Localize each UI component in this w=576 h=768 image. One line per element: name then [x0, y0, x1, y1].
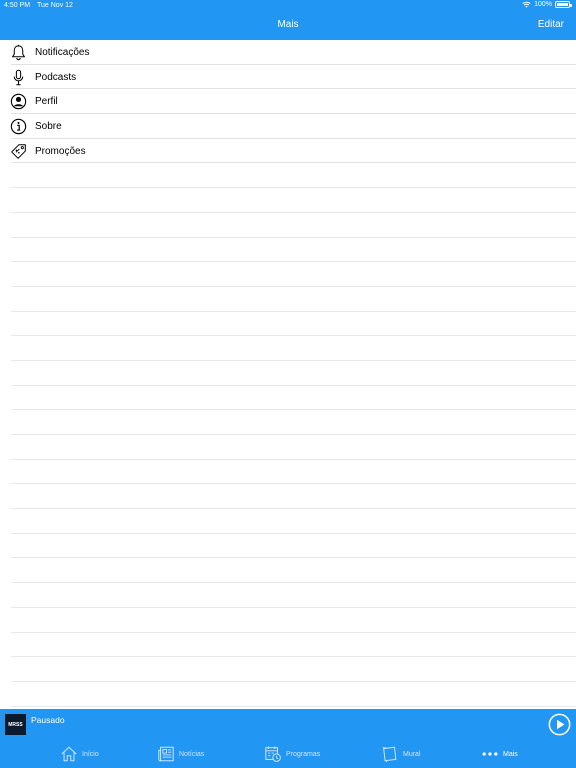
empty-row: [0, 213, 576, 238]
station-logo: MRSS: [5, 714, 26, 735]
empty-row: [0, 682, 576, 707]
board-icon: [382, 746, 397, 763]
empty-row: [0, 410, 576, 435]
edit-button[interactable]: Editar: [538, 19, 564, 30]
tab-inicio[interactable]: Início: [60, 745, 99, 763]
empty-row: [0, 534, 576, 559]
profile-icon: [10, 94, 27, 110]
empty-row: [0, 312, 576, 337]
more-icon: [482, 752, 498, 756]
empty-row: [0, 583, 576, 608]
tab-mais[interactable]: Mais: [481, 745, 518, 763]
empty-row: [0, 361, 576, 386]
menu-item-promocoes[interactable]: Promoções: [0, 139, 576, 164]
empty-row: [0, 262, 576, 287]
tab-label: Mais: [503, 750, 518, 758]
newspaper-icon: [158, 746, 174, 762]
tab-label: Início: [82, 750, 99, 758]
menu-item-notificacoes[interactable]: Notificações: [0, 40, 576, 65]
menu-item-label: Notificações: [35, 46, 90, 58]
play-button[interactable]: [548, 713, 571, 736]
status-right: 100%: [522, 1, 572, 8]
empty-row: [0, 558, 576, 583]
menu-item-label: Podcasts: [35, 71, 77, 83]
empty-row: [0, 336, 576, 361]
status-time: 4:50 PM: [4, 2, 31, 9]
menu-item-label: Sobre: [35, 120, 62, 132]
header-bar: 4:50 PM Tue Nov 12 100% Mais Editar: [0, 0, 576, 40]
tab-label: Mural: [403, 750, 421, 758]
player-status: Pausado: [31, 715, 65, 725]
empty-row: [0, 188, 576, 213]
menu-item-sobre[interactable]: Sobre: [0, 114, 576, 139]
home-icon: [61, 746, 77, 762]
schedule-icon: [265, 746, 281, 762]
empty-row: [0, 386, 576, 411]
empty-row: [0, 163, 576, 188]
tab-programas[interactable]: Programas: [264, 745, 320, 763]
battery-percent: 100%: [534, 1, 552, 8]
status-date: Tue Nov 12: [37, 2, 73, 9]
empty-row: [0, 633, 576, 658]
more-menu-list: Notificações Podcasts Perfil Sobre Promo…: [0, 40, 576, 707]
empty-row: [0, 435, 576, 460]
empty-row: [0, 608, 576, 633]
menu-item-perfil[interactable]: Perfil: [0, 89, 576, 114]
info-icon: [10, 118, 27, 135]
empty-row: [0, 287, 576, 312]
menu-item-podcasts[interactable]: Podcasts: [0, 65, 576, 90]
tag-icon: [11, 143, 26, 159]
empty-row: [0, 238, 576, 263]
tab-bar: Início Notícias Programas Mural Mais: [0, 740, 576, 768]
tab-label: Programas: [286, 750, 321, 758]
empty-row: [0, 460, 576, 485]
bell-icon: [12, 44, 25, 61]
tab-label: Notícias: [179, 750, 205, 758]
battery-icon: [555, 1, 572, 8]
mini-player[interactable]: MRSS Pausado: [0, 709, 576, 740]
empty-row: [0, 657, 576, 682]
menu-item-label: Perfil: [35, 96, 58, 108]
microphone-icon: [13, 69, 24, 85]
page-title: Mais: [277, 19, 299, 30]
empty-row: [0, 509, 576, 534]
tab-mural[interactable]: Mural: [381, 745, 421, 763]
menu-item-label: Promoções: [35, 145, 86, 157]
wifi-icon: [522, 1, 531, 8]
tab-noticias[interactable]: Notícias: [157, 745, 204, 763]
empty-row: [0, 484, 576, 509]
